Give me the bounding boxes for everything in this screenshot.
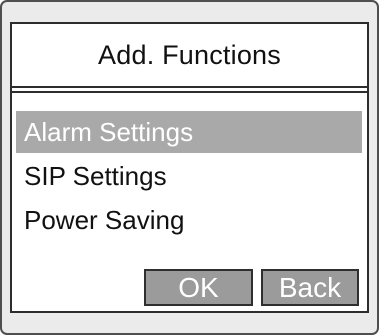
menu-item-alarm-settings[interactable]: Alarm Settings — [16, 111, 362, 153]
menu-item-power-saving[interactable]: Power Saving — [16, 199, 362, 241]
phone-screen: Add. Functions Alarm Settings SIP Settin… — [10, 22, 369, 313]
menu-item-sip-settings[interactable]: SIP Settings — [16, 155, 362, 197]
device-bezel: Add. Functions Alarm Settings SIP Settin… — [0, 0, 379, 335]
title-divider-top — [12, 86, 367, 88]
screen-title: Add. Functions — [98, 39, 281, 70]
back-softkey-button[interactable]: Back — [261, 269, 359, 306]
ok-softkey-button[interactable]: OK — [144, 269, 253, 306]
title-divider-bottom — [12, 91, 367, 93]
